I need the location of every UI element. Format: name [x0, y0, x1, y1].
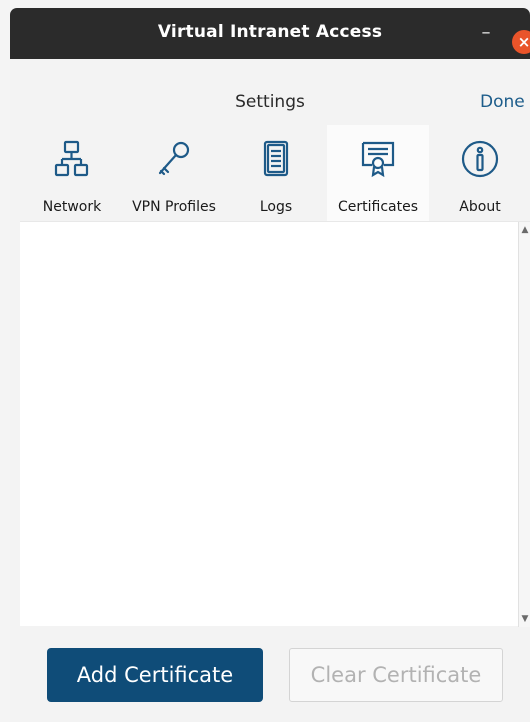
scroll-down-icon[interactable]: ▼ [519, 613, 530, 625]
settings-window: Settings Done Network VPN Profiles Logs … [10, 59, 530, 722]
close-button[interactable]: × [512, 30, 530, 54]
tab-label: Logs [259, 199, 293, 215]
tab-vpn-profiles[interactable]: VPN Profiles [123, 125, 225, 221]
tab-label: Network [42, 199, 102, 215]
tab-logs[interactable]: Logs [225, 125, 327, 221]
tab-label: VPN Profiles [132, 199, 216, 215]
window-title: Virtual Intranet Access [157, 22, 383, 42]
minimize-button[interactable]: – [476, 20, 496, 46]
done-button[interactable]: Done [480, 92, 525, 112]
settings-tabs: Network VPN Profiles Logs Certificates A… [10, 125, 530, 221]
clear-certificate-button[interactable]: Clear Certificate [289, 648, 503, 702]
page-title: Settings [235, 92, 305, 112]
certificate-icon [327, 137, 429, 181]
add-certificate-button[interactable]: Add Certificate [47, 648, 263, 702]
tab-label: About [459, 199, 501, 215]
certificate-list[interactable]: ▲ ▼ [20, 221, 530, 627]
tab-about[interactable]: About [429, 125, 530, 221]
document-icon [225, 137, 327, 181]
tab-certificates[interactable]: Certificates [327, 125, 429, 221]
title-bar: Virtual Intranet Access – × [10, 8, 530, 59]
key-icon [123, 137, 225, 181]
scroll-up-icon[interactable]: ▲ [519, 224, 530, 236]
tab-network[interactable]: Network [21, 125, 123, 221]
tab-label: Certificates [337, 199, 418, 215]
info-icon [429, 137, 530, 181]
network-icon [21, 137, 123, 181]
vertical-scrollbar[interactable]: ▲ ▼ [518, 222, 530, 627]
